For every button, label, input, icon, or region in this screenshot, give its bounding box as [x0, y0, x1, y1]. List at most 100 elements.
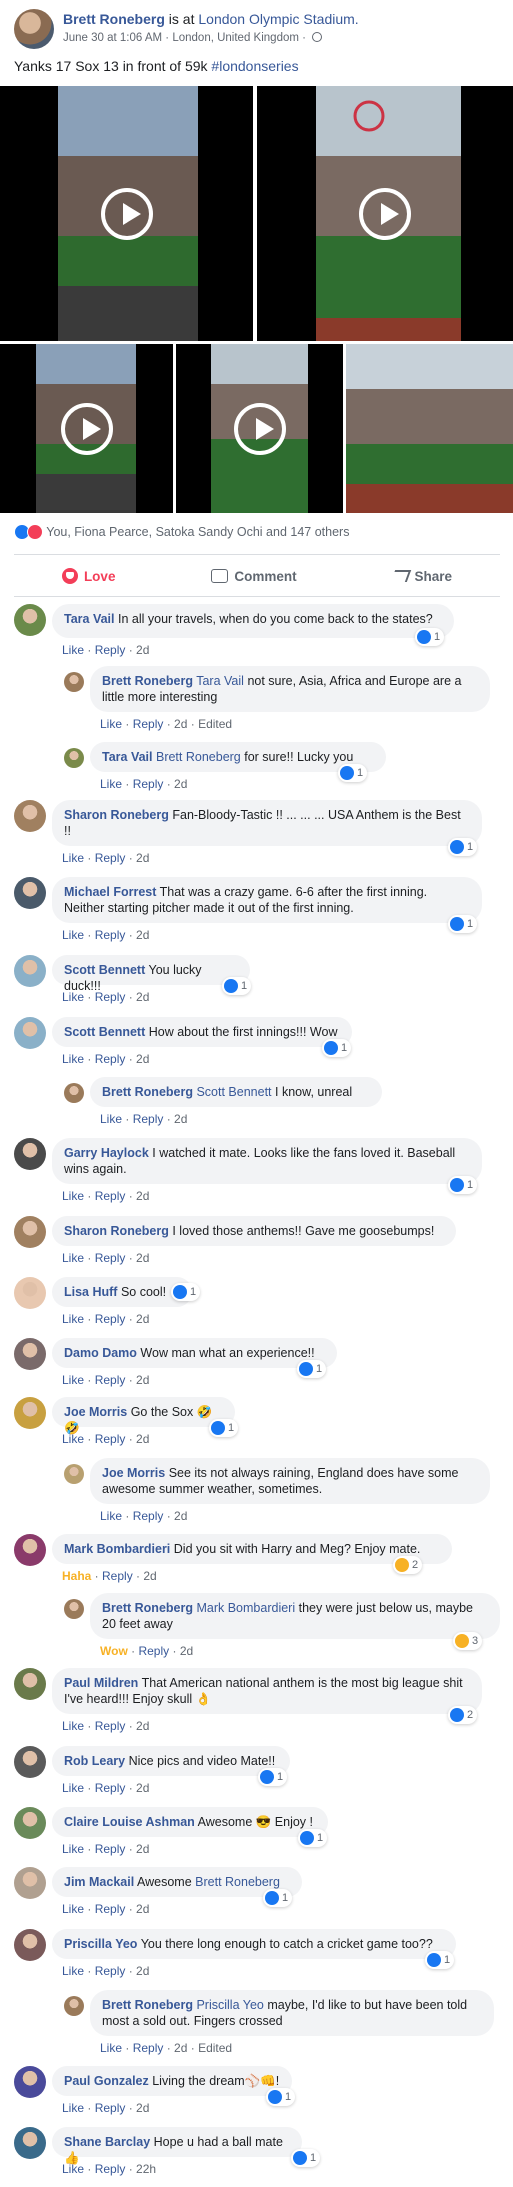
- like-link[interactable]: Like: [100, 1509, 122, 1523]
- comment-time[interactable]: 2d: [174, 2041, 187, 2055]
- commenter-name[interactable]: Tara Vail: [102, 750, 153, 764]
- like-link[interactable]: Like: [100, 1112, 122, 1126]
- like-link[interactable]: Like: [62, 1842, 84, 1856]
- avatar[interactable]: [14, 1746, 46, 1778]
- video-thumb-1[interactable]: [0, 86, 253, 341]
- like-link[interactable]: Like: [62, 1719, 84, 1733]
- reaction-count-badge[interactable]: 1: [297, 1360, 327, 1378]
- comment-time[interactable]: 2d: [136, 851, 149, 865]
- avatar[interactable]: [14, 1534, 46, 1566]
- commenter-name[interactable]: Mark Bombardieri: [64, 1542, 170, 1556]
- reply-link[interactable]: Reply: [95, 1052, 126, 1066]
- commenter-name[interactable]: Garry Haylock: [64, 1146, 149, 1160]
- avatar[interactable]: [14, 955, 46, 987]
- reply-link[interactable]: Reply: [95, 928, 126, 942]
- avatar[interactable]: [64, 672, 84, 692]
- avatar[interactable]: [14, 1017, 46, 1049]
- comment-time[interactable]: 2d: [136, 1312, 149, 1326]
- commenter-name[interactable]: Tara Vail: [64, 612, 115, 626]
- reaction-count-badge[interactable]: 1: [266, 2088, 296, 2106]
- reply-link[interactable]: Reply: [133, 2041, 164, 2055]
- commenter-name[interactable]: Claire Louise Ashman: [64, 1815, 195, 1829]
- like-link[interactable]: Like: [62, 1902, 84, 1916]
- like-link[interactable]: Like: [62, 990, 84, 1004]
- like-link[interactable]: Like: [62, 1251, 84, 1265]
- commenter-name[interactable]: Brett Roneberg: [102, 674, 193, 688]
- like-link[interactable]: Like: [62, 2162, 84, 2176]
- reply-link[interactable]: Reply: [133, 777, 164, 791]
- avatar[interactable]: [64, 1083, 84, 1103]
- edited-label[interactable]: Edited: [198, 2041, 232, 2055]
- reply-link[interactable]: Reply: [95, 1312, 126, 1326]
- author-avatar[interactable]: [14, 9, 54, 49]
- play-icon[interactable]: [60, 402, 113, 455]
- comment-button[interactable]: Comment: [211, 569, 297, 584]
- love-button[interactable]: Love: [61, 568, 115, 584]
- reply-link[interactable]: Reply: [95, 1189, 126, 1203]
- avatar[interactable]: [14, 1807, 46, 1839]
- commenter-name[interactable]: Paul Mildren: [64, 1676, 138, 1690]
- commenter-name[interactable]: Scott Bennett: [64, 1025, 145, 1039]
- commenter-name[interactable]: Jim Mackail: [64, 1875, 134, 1889]
- reply-link[interactable]: Reply: [138, 1644, 169, 1658]
- comment-time[interactable]: 2d: [136, 928, 149, 942]
- comment-time[interactable]: 2d: [180, 1644, 193, 1658]
- like-link[interactable]: Like: [62, 1432, 84, 1446]
- comment-time[interactable]: 2d: [136, 1251, 149, 1265]
- like-link[interactable]: Like: [62, 928, 84, 942]
- commenter-name[interactable]: Scott Bennett: [64, 963, 145, 977]
- avatar[interactable]: [14, 1668, 46, 1700]
- play-icon[interactable]: [359, 187, 411, 240]
- avatar[interactable]: [64, 748, 84, 768]
- comment-time[interactable]: 2d: [174, 777, 187, 791]
- avatar[interactable]: [14, 1138, 46, 1170]
- avatar[interactable]: [14, 1216, 46, 1248]
- avatar[interactable]: [14, 1929, 46, 1961]
- play-icon[interactable]: [100, 187, 153, 240]
- reply-link[interactable]: Reply: [95, 1964, 126, 1978]
- edited-label[interactable]: Edited: [198, 717, 232, 731]
- comment-time[interactable]: 2d: [136, 1052, 149, 1066]
- commenter-name[interactable]: Shane Barclay: [64, 2135, 150, 2149]
- comment-time[interactable]: 2d: [174, 717, 187, 731]
- avatar[interactable]: [14, 604, 46, 636]
- mention-link[interactable]: Mark Bombardieri: [196, 1601, 295, 1615]
- commenter-name[interactable]: Priscilla Yeo: [64, 1937, 137, 1951]
- like-link[interactable]: Like: [100, 777, 122, 791]
- commenter-name[interactable]: Brett Roneberg: [102, 1998, 193, 2012]
- commenter-name[interactable]: Joe Morris: [64, 1405, 127, 1419]
- commenter-name[interactable]: Michael Forrest: [64, 885, 156, 899]
- comment-time[interactable]: 2d: [136, 643, 149, 657]
- like-link[interactable]: Haha: [62, 1569, 91, 1583]
- reply-link[interactable]: Reply: [133, 1509, 164, 1523]
- reactions-text[interactable]: You, Fiona Pearce, Satoka Sandy Ochi and…: [46, 525, 349, 539]
- like-link[interactable]: Like: [100, 717, 122, 731]
- photo-thumb-5[interactable]: [346, 344, 513, 513]
- reply-link[interactable]: Reply: [95, 1432, 126, 1446]
- mention-link[interactable]: Priscilla Yeo: [196, 1998, 263, 2012]
- hashtag-link[interactable]: #londonseries: [211, 58, 298, 74]
- comment-time[interactable]: 2d: [136, 1781, 149, 1795]
- reply-link[interactable]: Reply: [95, 1251, 126, 1265]
- reply-link[interactable]: Reply: [95, 643, 126, 657]
- like-link[interactable]: Like: [62, 851, 84, 865]
- reaction-count-badge[interactable]: 3: [453, 1632, 483, 1650]
- commenter-name[interactable]: Brett Roneberg: [102, 1085, 193, 1099]
- comment-time[interactable]: 2d: [174, 1112, 187, 1126]
- reaction-count-badge[interactable]: 1: [448, 1176, 478, 1194]
- avatar[interactable]: [64, 1599, 84, 1619]
- share-button[interactable]: Share: [390, 569, 452, 584]
- reaction-count-badge[interactable]: 1: [425, 1951, 455, 1969]
- commenter-name[interactable]: Lisa Huff: [64, 1285, 117, 1299]
- like-link[interactable]: Like: [62, 1964, 84, 1978]
- commenter-name[interactable]: Rob Leary: [64, 1754, 125, 1768]
- reply-link[interactable]: Reply: [102, 1569, 133, 1583]
- comment-time[interactable]: 2d: [136, 1373, 149, 1387]
- avatar[interactable]: [64, 1996, 84, 2016]
- comment-time[interactable]: 2d: [136, 1189, 149, 1203]
- reaction-count-badge[interactable]: 1: [209, 1419, 239, 1437]
- avatar[interactable]: [14, 800, 46, 832]
- avatar[interactable]: [14, 2066, 46, 2098]
- comment-time[interactable]: 2d: [143, 1569, 156, 1583]
- avatar[interactable]: [14, 2127, 46, 2159]
